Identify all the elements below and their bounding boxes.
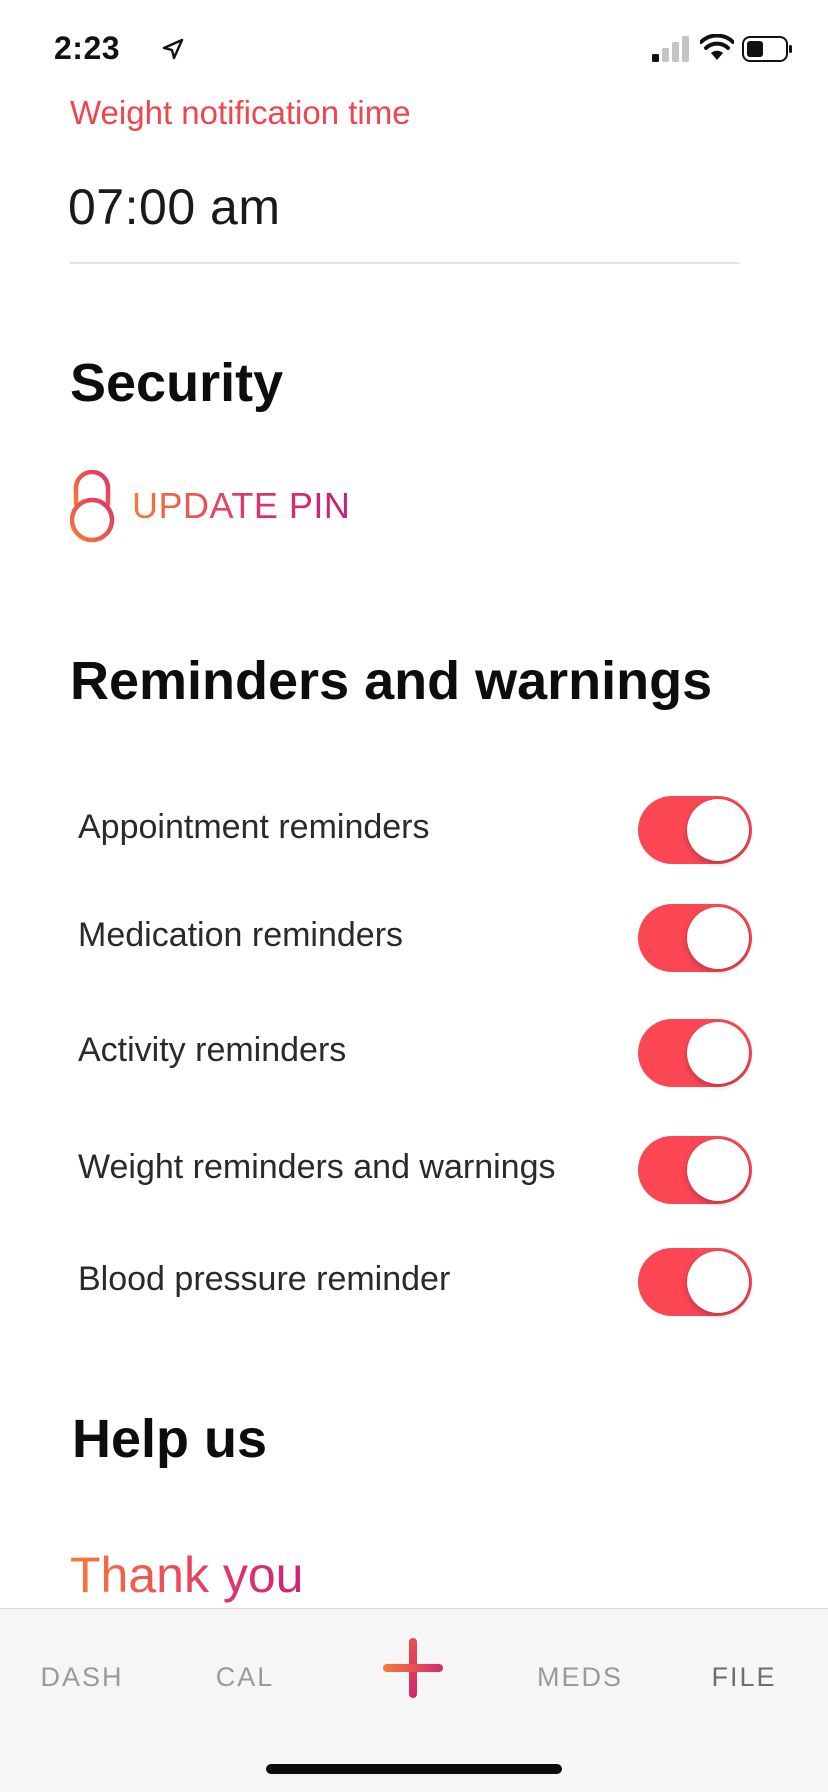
reminders-heading: Reminders and warnings bbox=[70, 651, 713, 711]
toggle-knob bbox=[687, 1022, 749, 1084]
status-time: 2:23 bbox=[54, 30, 121, 66]
toggle-label: Weight reminders and warnings bbox=[78, 1148, 556, 1186]
thank-you-link[interactable]: Thank you bbox=[70, 1546, 303, 1604]
status-bar: 2:23 bbox=[0, 0, 828, 100]
toggle-knob bbox=[687, 1139, 749, 1201]
toggle-label: Activity reminders bbox=[78, 1031, 347, 1069]
lock-icon bbox=[69, 469, 115, 543]
medication-reminders-row: Medication reminders bbox=[78, 904, 758, 974]
appointment-reminders-row: Appointment reminders bbox=[78, 796, 758, 866]
update-pin-button[interactable]: UPDATE PIN bbox=[68, 468, 350, 544]
toggle-knob bbox=[687, 799, 749, 861]
toggle-label: Appointment reminders bbox=[78, 808, 430, 846]
plus-icon bbox=[383, 1638, 443, 1698]
toggle-label: Medication reminders bbox=[78, 916, 404, 954]
battery-icon bbox=[742, 36, 792, 62]
weight-reminders-toggle[interactable] bbox=[638, 1136, 752, 1204]
update-pin-label: UPDATE PIN bbox=[132, 485, 351, 526]
tab-cal[interactable]: CAL bbox=[185, 1649, 305, 1705]
wifi-icon bbox=[700, 34, 734, 60]
settings-screen: 2:23 Weight notification time 07:00 am S… bbox=[0, 0, 828, 1792]
activity-reminders-row: Activity reminders bbox=[78, 1019, 758, 1089]
signal-icon bbox=[652, 36, 689, 62]
tab-dash[interactable]: DASH bbox=[22, 1649, 142, 1705]
weight-notification-label: Weight notification time bbox=[70, 94, 411, 131]
blood-pressure-reminder-toggle[interactable] bbox=[638, 1248, 752, 1316]
blood-pressure-reminder-row: Blood pressure reminder bbox=[78, 1248, 758, 1318]
divider bbox=[70, 262, 740, 264]
activity-reminders-toggle[interactable] bbox=[638, 1019, 752, 1087]
help-us-heading: Help us bbox=[72, 1409, 268, 1469]
weight-notification-time-field[interactable]: 07:00 am bbox=[68, 178, 280, 236]
medication-reminders-toggle[interactable] bbox=[638, 904, 752, 972]
appointment-reminders-toggle[interactable] bbox=[638, 796, 752, 864]
security-heading: Security bbox=[70, 353, 284, 413]
home-indicator bbox=[266, 1764, 562, 1774]
toggle-knob bbox=[687, 907, 749, 969]
toggle-knob bbox=[687, 1251, 749, 1313]
tab-file[interactable]: FILE bbox=[684, 1649, 804, 1705]
tab-meds[interactable]: MEDS bbox=[520, 1649, 640, 1705]
weight-reminders-row: Weight reminders and warnings bbox=[78, 1136, 758, 1206]
add-button[interactable] bbox=[372, 1627, 454, 1709]
location-arrow-icon bbox=[162, 38, 184, 60]
toggle-label: Blood pressure reminder bbox=[78, 1260, 451, 1298]
